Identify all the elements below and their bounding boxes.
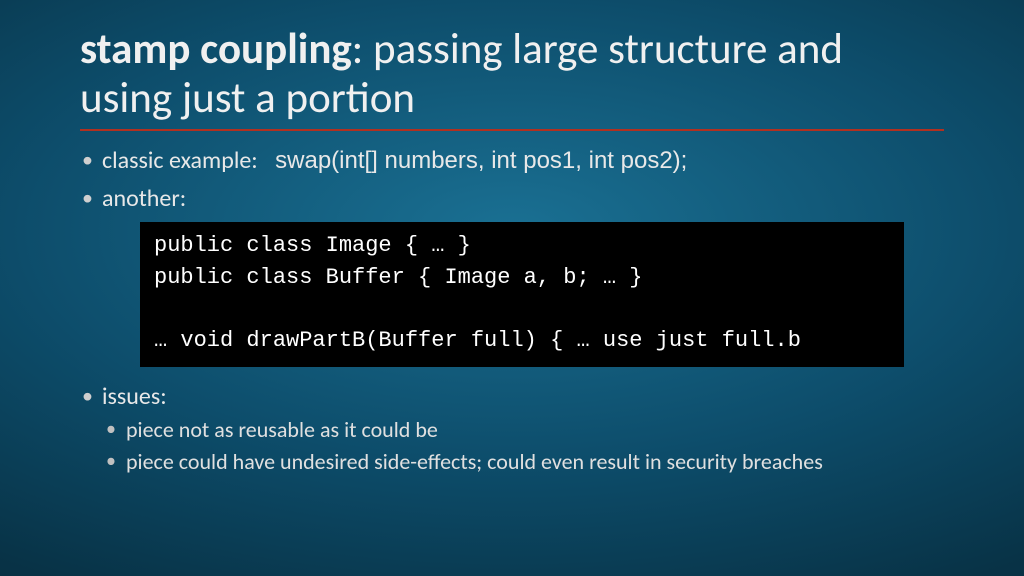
issue-item: piece not as reusable as it could be	[102, 416, 944, 445]
issues-list: issues: piece not as reusable as it coul…	[80, 381, 944, 477]
classic-code: swap(int[] numbers, int pos1, int pos2);	[275, 147, 687, 174]
code-line-4: … void drawPartB(Buffer full) { … use ju…	[154, 328, 801, 353]
title-bold: stamp coupling	[80, 22, 352, 75]
code-line-2: public class Buffer { Image a, b; … }	[154, 265, 642, 290]
bullet-classic: classic example: swap(int[] numbers, int…	[80, 145, 944, 177]
bullet-another: another:	[80, 183, 944, 215]
classic-label: classic example:	[102, 146, 258, 175]
bullet-issues: issues: piece not as reusable as it coul…	[80, 381, 944, 477]
code-block: public class Image { … } public class Bu…	[140, 222, 904, 368]
issue-item: piece could have undesired side-effects;…	[102, 448, 944, 477]
bullet-list: classic example: swap(int[] numbers, int…	[80, 145, 944, 216]
issues-label: issues:	[102, 382, 167, 411]
issues-sublist: piece not as reusable as it could be pie…	[102, 416, 944, 477]
slide-title: stamp coupling: passing large structure …	[80, 24, 944, 131]
code-line-1: public class Image { … }	[154, 233, 471, 258]
